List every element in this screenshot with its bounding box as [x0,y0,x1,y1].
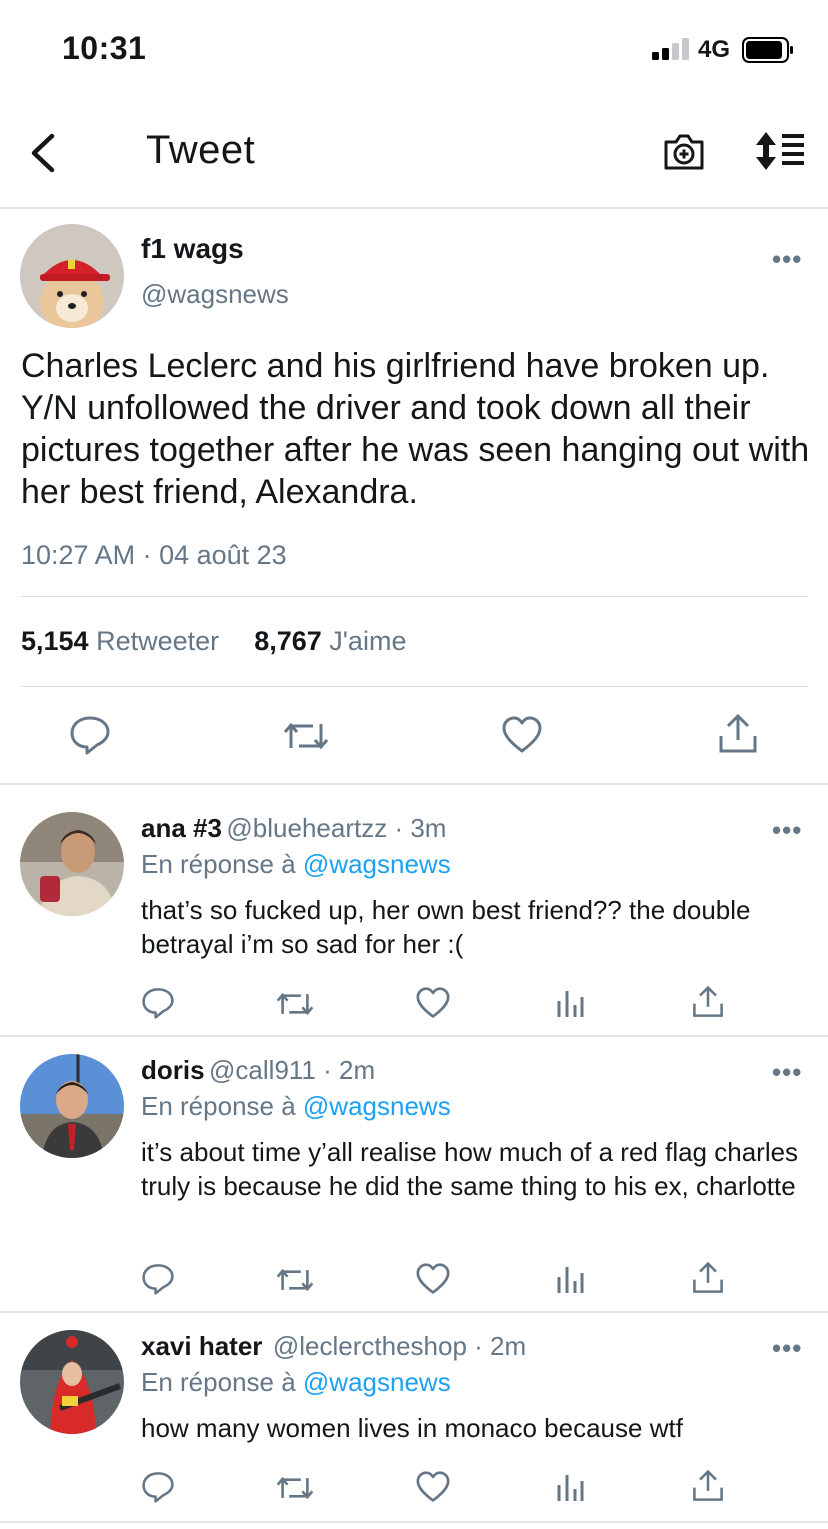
analytics-icon[interactable] [556,1471,584,1503]
divider [21,596,808,597]
reply-text: how many women lives in monaco because w… [141,1413,683,1443]
avatar-photo-image [20,1054,124,1158]
back-chevron-icon[interactable] [28,132,60,174]
analytics-icon[interactable] [556,987,584,1019]
reply-author-name[interactable]: xavi hater [141,1331,262,1361]
avatar-photo-image [20,1330,124,1434]
reply-icon[interactable] [142,1263,174,1295]
share-icon[interactable] [692,1262,724,1294]
nav-divider [0,207,828,209]
reply-mention-link[interactable]: @wagsnews [303,1091,451,1121]
more-options-button[interactable]: ••• [772,815,802,846]
tweet-text: Charles Leclerc and his girlfriend have … [21,347,810,511]
heart-icon[interactable] [502,716,542,754]
reply-context: En réponse à @wagsnews [141,849,451,880]
reply-divider [0,1521,828,1523]
author-name[interactable]: f1 wags [141,233,244,265]
reply-prefix: En réponse à [141,1367,296,1397]
heart-icon[interactable] [416,1263,450,1295]
reply-header: doris @call911 · 2m [141,1055,375,1086]
like-count: 8,767 [254,626,322,656]
status-time: 10:31 [62,30,147,66]
avatar[interactable] [20,812,124,916]
avatar[interactable] [20,1054,124,1158]
avatar-dog-image [20,224,124,328]
reply-mention-link[interactable]: @wagsnews [303,849,451,879]
signal-icon [652,38,689,60]
avatar-photo-image [20,812,124,916]
reply-author-handle[interactable]: @call911 · 2m [209,1055,375,1085]
heart-icon[interactable] [416,987,450,1019]
network-type: 4G [698,36,731,63]
reply-text: it’s about time y’all realise how much o… [141,1137,799,1201]
camera-plus-icon[interactable] [662,130,706,172]
reply-prefix: En réponse à [141,1091,296,1121]
page-title: Tweet [146,128,256,172]
reply-text: that’s so fucked up, her own best friend… [141,895,751,959]
reply-author-handle[interactable]: @leclerctheshop · 2m [273,1331,526,1361]
more-options-button[interactable]: ••• [772,1057,802,1088]
retweet-icon[interactable] [276,1473,314,1503]
tweet-timestamp: 10:27 AM · 04 août 23 [21,540,287,570]
avatar[interactable] [20,224,124,328]
retweet-icon[interactable] [276,989,314,1019]
sort-icon[interactable] [754,132,806,170]
reply-context: En réponse à @wagsnews [141,1091,451,1122]
tweet-divider [0,783,828,785]
avatar[interactable] [20,1330,124,1434]
reply-context: En réponse à @wagsnews [141,1367,451,1398]
more-options-button[interactable]: ••• [772,1333,802,1364]
like-stat[interactable]: 8,767 J'aime [254,626,406,656]
share-icon[interactable] [718,714,758,754]
share-icon[interactable] [692,1470,724,1502]
retweet-label: Retweeter [96,626,220,656]
reply-icon[interactable] [142,1471,174,1503]
divider [21,686,808,687]
retweet-count: 5,154 [21,626,89,656]
reply-divider [0,1311,828,1313]
more-options-button[interactable]: ••• [772,244,802,275]
retweet-icon[interactable] [283,718,329,754]
tweet-stats: 5,154 Retweeter 8,767 J'aime [21,626,406,657]
reply-prefix: En réponse à [141,849,296,879]
reply-author-name[interactable]: ana #3 [141,813,222,843]
share-icon[interactable] [692,986,724,1018]
reply-icon[interactable] [70,715,110,755]
reply-icon[interactable] [142,987,174,1019]
retweet-icon[interactable] [276,1265,314,1295]
reply-author-handle[interactable]: @blueheartzz · 3m [226,813,446,843]
reply-header: xavi hater @leclerctheshop · 2m [141,1331,526,1362]
author-handle[interactable]: @wagsnews [141,279,289,310]
reply-header: ana #3 @blueheartzz · 3m [141,813,446,844]
like-label: J'aime [329,626,407,656]
retweet-stat[interactable]: 5,154 Retweeter [21,626,219,656]
reply-divider [0,1035,828,1037]
reply-mention-link[interactable]: @wagsnews [303,1367,451,1397]
heart-icon[interactable] [416,1471,450,1503]
reply-author-name[interactable]: doris [141,1055,205,1085]
analytics-icon[interactable] [556,1263,584,1295]
battery-icon [742,37,793,63]
